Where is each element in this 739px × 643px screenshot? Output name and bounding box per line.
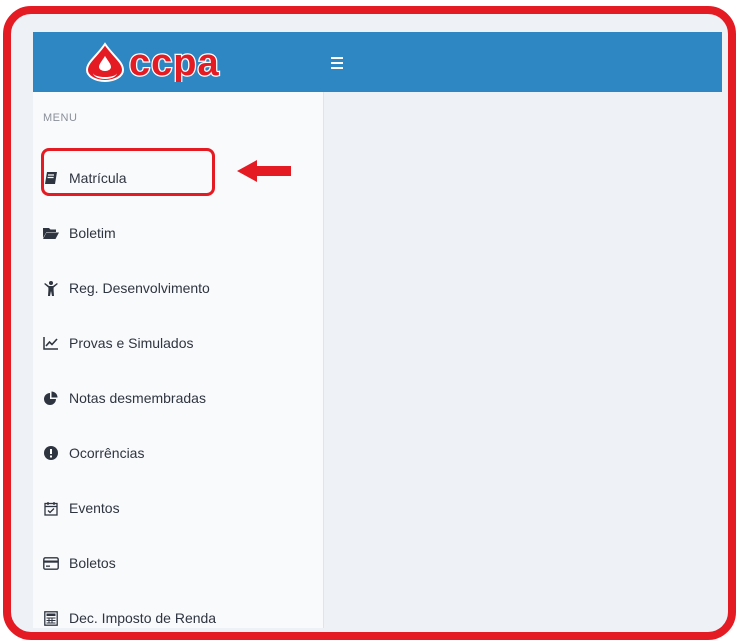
sidebar-item-notas-desmembradas[interactable]: Notas desmembradas xyxy=(43,378,303,418)
sidebar-item-ocorrencias[interactable]: Ocorrências xyxy=(43,433,303,473)
sidebar-item-label: Dec. Imposto de Renda xyxy=(69,610,217,626)
sidebar-item-eventos[interactable]: Eventos xyxy=(43,488,303,528)
menu-header: MENU xyxy=(43,112,78,124)
sidebar-item-label: Eventos xyxy=(69,500,120,516)
top-navbar: ccpa xyxy=(33,32,722,92)
sidebar-item-label: Ocorrências xyxy=(69,445,145,461)
hamburger-icon[interactable] xyxy=(331,54,349,70)
sidebar-item-label: Provas e Simulados xyxy=(69,335,194,351)
line-chart-icon xyxy=(43,335,59,351)
annotation-frame: ccpa MENU Matrícula Boletim Reg. Desenvo… xyxy=(3,6,736,640)
sidebar-item-label: Boletos xyxy=(69,555,116,571)
sidebar-item-reg-desenvolvimento[interactable]: Reg. Desenvolvimento xyxy=(43,268,303,308)
credit-card-icon xyxy=(43,555,59,571)
sidebar-item-label: Reg. Desenvolvimento xyxy=(69,280,210,296)
pie-chart-icon xyxy=(43,390,59,406)
sidebar-item-label: Boletim xyxy=(69,225,116,241)
main-content xyxy=(324,92,722,628)
child-icon xyxy=(43,280,59,296)
logo-wordmark: ccpa xyxy=(129,42,220,82)
exclamation-circle-icon xyxy=(43,445,59,461)
folder-open-icon xyxy=(43,225,59,241)
app-window: ccpa MENU Matrícula Boletim Reg. Desenvo… xyxy=(33,32,722,628)
pointer-arrow-icon xyxy=(237,160,291,182)
ccpa-logo[interactable]: ccpa xyxy=(83,42,293,82)
calculator-icon xyxy=(43,610,59,626)
highlight-box xyxy=(41,148,215,196)
calendar-check-icon xyxy=(43,500,59,516)
sidebar-item-boletos[interactable]: Boletos xyxy=(43,543,303,583)
sidebar-item-label: Notas desmembradas xyxy=(69,390,206,406)
sidebar-item-boletim[interactable]: Boletim xyxy=(43,213,303,253)
sidebar-item-provas-simulados[interactable]: Provas e Simulados xyxy=(43,323,303,363)
sidebar-item-dec-imposto-de-renda[interactable]: Dec. Imposto de Renda xyxy=(43,598,303,628)
